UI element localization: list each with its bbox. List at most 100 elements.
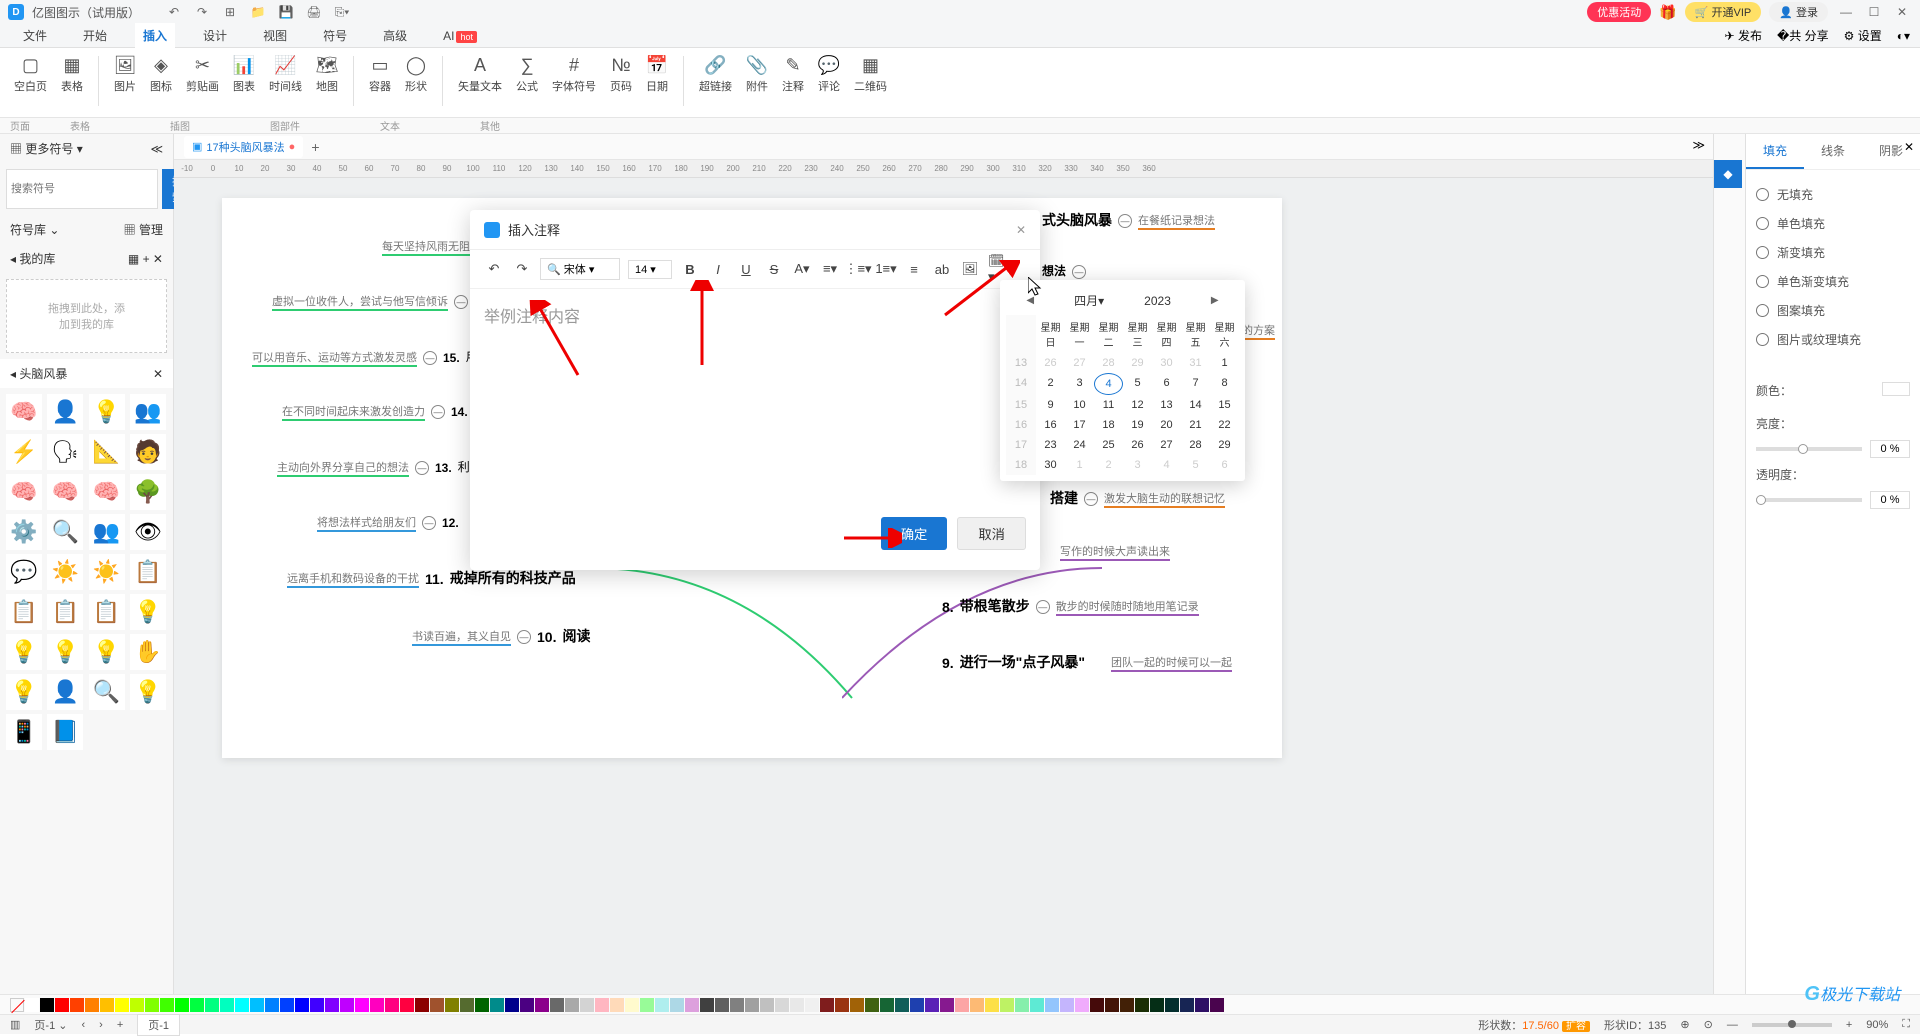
shape-item[interactable]: 🧠: [47, 474, 83, 510]
share-link[interactable]: �共 分享: [1777, 27, 1829, 44]
calendar-day[interactable]: 20: [1152, 415, 1181, 435]
shape-item[interactable]: 🗣: [47, 434, 83, 470]
color-swatch[interactable]: [985, 998, 999, 1012]
italic-icon[interactable]: I: [708, 259, 728, 279]
color-swatch[interactable]: [895, 998, 909, 1012]
shape-item[interactable]: 👥: [130, 394, 166, 430]
help-icon[interactable]: ◐▾: [1897, 29, 1910, 43]
color-swatch[interactable]: [745, 998, 759, 1012]
shape-item[interactable]: 💡: [47, 634, 83, 670]
color-swatch[interactable]: [1210, 998, 1224, 1012]
ribbon-表格[interactable]: ▦表格: [57, 52, 87, 96]
calendar-day[interactable]: 26: [1036, 353, 1065, 373]
indent-icon[interactable]: ≡: [904, 259, 924, 279]
color-swatch[interactable]: [400, 998, 414, 1012]
color-swatch[interactable]: [730, 998, 744, 1012]
color-swatch[interactable]: [1000, 998, 1014, 1012]
color-swatch[interactable]: [910, 998, 924, 1012]
shape-item[interactable]: 📋: [89, 594, 125, 630]
ribbon-评论[interactable]: 💬评论: [814, 52, 844, 96]
ribbon-二维码[interactable]: ▦二维码: [850, 52, 891, 96]
color-swatch[interactable]: [1060, 998, 1074, 1012]
calendar-day[interactable]: 9: [1036, 395, 1065, 415]
opacity-slider[interactable]: [1756, 498, 1862, 502]
collapse-icon[interactable]: —: [1084, 492, 1098, 506]
ribbon-剪贴画[interactable]: ✂剪贴画: [182, 52, 223, 96]
color-swatch[interactable]: [235, 998, 249, 1012]
zoom-out-icon[interactable]: —: [1727, 1019, 1738, 1031]
format-tool-icon[interactable]: ◆: [1714, 160, 1742, 188]
color-swatch[interactable]: [970, 998, 984, 1012]
shape-item[interactable]: 📐: [89, 434, 125, 470]
page-tab[interactable]: 页-1: [137, 1014, 180, 1036]
color-swatch[interactable]: [295, 998, 309, 1012]
fill-option[interactable]: 单色渐变填充: [1756, 267, 1910, 296]
section-close-icon[interactable]: ✕: [153, 367, 163, 381]
target-icon[interactable]: ⊙: [1704, 1018, 1713, 1031]
collapse-icon[interactable]: —: [1036, 600, 1050, 614]
color-swatch[interactable]: [1150, 998, 1164, 1012]
color-swatch[interactable]: [460, 998, 474, 1012]
collapse-icon[interactable]: —: [422, 516, 436, 530]
ribbon-空白页[interactable]: ▢空白页: [10, 52, 51, 96]
ribbon-页码[interactable]: №页码: [606, 52, 636, 96]
color-swatch[interactable]: [790, 998, 804, 1012]
collapse-icon[interactable]: —: [1118, 214, 1132, 228]
shape-item[interactable]: 👤: [47, 394, 83, 430]
ribbon-超链接[interactable]: 🔗超链接: [695, 52, 736, 96]
color-swatch[interactable]: [1180, 998, 1194, 1012]
shape-item[interactable]: 💡: [130, 594, 166, 630]
color-swatch[interactable]: [925, 998, 939, 1012]
ribbon-公式[interactable]: ∑公式: [512, 52, 542, 96]
menu-tab-6[interactable]: 高级: [375, 23, 415, 48]
calendar-day[interactable]: 5: [1181, 455, 1210, 475]
new-icon[interactable]: ⊞: [220, 2, 240, 22]
layout-icon[interactable]: ▥: [10, 1018, 20, 1031]
font-family-select[interactable]: 🔍 宋体 ▾: [540, 258, 620, 280]
calendar-day[interactable]: 4: [1152, 455, 1181, 475]
login-button[interactable]: 👤 登录: [1769, 2, 1828, 22]
color-swatch[interactable]: [175, 998, 189, 1012]
ribbon-字体符号[interactable]: #字体符号: [548, 52, 600, 96]
color-swatch[interactable]: [655, 998, 669, 1012]
shape-item[interactable]: 🧠: [6, 474, 42, 510]
color-swatch[interactable]: [805, 998, 819, 1012]
shape-item[interactable]: ⚡: [6, 434, 42, 470]
color-swatch[interactable]: [340, 998, 354, 1012]
calendar-day[interactable]: 4: [1094, 373, 1123, 395]
promo-badge[interactable]: 优惠活动: [1587, 2, 1651, 22]
shape-item[interactable]: 👤: [47, 674, 83, 710]
color-swatch[interactable]: [850, 998, 864, 1012]
modal-close-icon[interactable]: ✕: [1016, 223, 1026, 237]
color-swatch[interactable]: [955, 998, 969, 1012]
color-swatch[interactable]: [385, 998, 399, 1012]
collapse-icon[interactable]: —: [517, 630, 531, 644]
color-swatch[interactable]: [940, 998, 954, 1012]
shape-item[interactable]: 📋: [130, 554, 166, 590]
ribbon-图标[interactable]: ◈图标: [146, 52, 176, 96]
calendar-day[interactable]: 5: [1123, 373, 1152, 395]
collapse-icon[interactable]: —: [423, 351, 437, 365]
collapse-icon[interactable]: —: [1072, 265, 1086, 279]
color-swatch[interactable]: [1120, 998, 1134, 1012]
collapse-icon[interactable]: —: [454, 295, 468, 309]
shape-item[interactable]: 👁: [130, 514, 166, 550]
right-tab-填充[interactable]: 填充: [1746, 134, 1804, 169]
zoom-value[interactable]: 90%: [1866, 1019, 1888, 1031]
ribbon-地图[interactable]: 🗺地图: [312, 52, 342, 96]
collapse-left-icon[interactable]: ≪: [150, 142, 163, 156]
calendar-day[interactable]: 23: [1036, 435, 1065, 455]
color-swatch[interactable]: [1165, 998, 1179, 1012]
calendar-day[interactable]: 18: [1094, 415, 1123, 435]
color-swatch[interactable]: [565, 998, 579, 1012]
menu-tab-4[interactable]: 视图: [255, 23, 295, 48]
calendar-day[interactable]: 6: [1152, 373, 1181, 395]
shape-item[interactable]: ☀️: [89, 554, 125, 590]
minimize-icon[interactable]: —: [1836, 2, 1856, 22]
calendar-day[interactable]: 14: [1181, 395, 1210, 415]
color-swatch[interactable]: [250, 998, 264, 1012]
color-swatch[interactable]: [220, 998, 234, 1012]
calendar-day[interactable]: 2: [1036, 373, 1065, 395]
save-icon[interactable]: 💾: [276, 2, 296, 22]
undo-icon[interactable]: ↶: [484, 259, 504, 279]
